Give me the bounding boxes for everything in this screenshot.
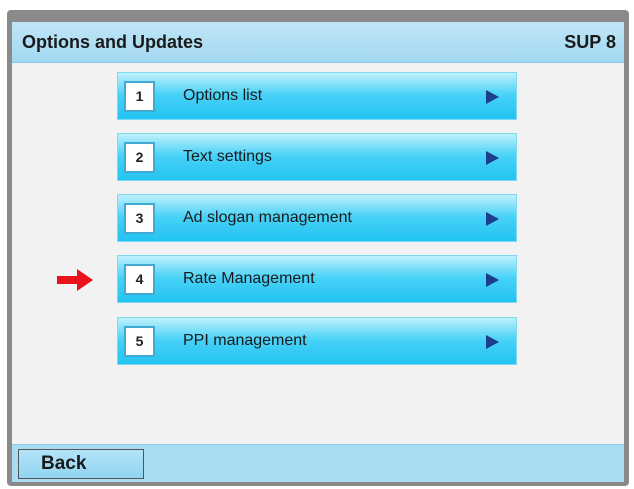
page-title: Options and Updates: [22, 32, 204, 52]
play-triangle-icon: [486, 90, 499, 104]
menu-item-ppi-management[interactable]: 5 PPI management: [117, 317, 517, 365]
play-triangle-icon: [486, 273, 499, 287]
screen: Options and Updates SUP 8 1 Options list…: [12, 22, 624, 482]
play-triangle-icon: [486, 212, 499, 226]
menu-item-number: 1: [124, 81, 155, 112]
menu-item-number: 3: [124, 203, 155, 234]
back-button[interactable]: Back: [18, 449, 144, 479]
menu-item-label: Options list: [183, 87, 263, 104]
menu-item-options-list[interactable]: 1 Options list: [117, 72, 517, 120]
menu-item-text-settings[interactable]: 2 Text settings: [117, 133, 517, 181]
menu-item-label: Ad slogan management: [183, 209, 352, 226]
menu-item-ad-slogan-management[interactable]: 3 Ad slogan management: [117, 194, 517, 242]
menu-item-label: Text settings: [183, 148, 272, 165]
menu-item-label: PPI management: [183, 332, 307, 349]
play-triangle-icon: [486, 151, 499, 165]
menu-item-label: Rate Management: [183, 270, 315, 287]
play-triangle-icon: [486, 335, 499, 349]
header-bar: Options and Updates SUP 8: [12, 22, 624, 63]
menu-item-rate-management[interactable]: 4 Rate Management: [117, 255, 517, 303]
menu-item-number: 4: [124, 264, 155, 295]
screen-code: SUP 8: [564, 32, 616, 52]
red-arrow-icon: [57, 269, 93, 291]
menu-item-number: 2: [124, 142, 155, 173]
footer-bar: Back: [12, 444, 624, 482]
menu-item-number: 5: [124, 326, 155, 357]
